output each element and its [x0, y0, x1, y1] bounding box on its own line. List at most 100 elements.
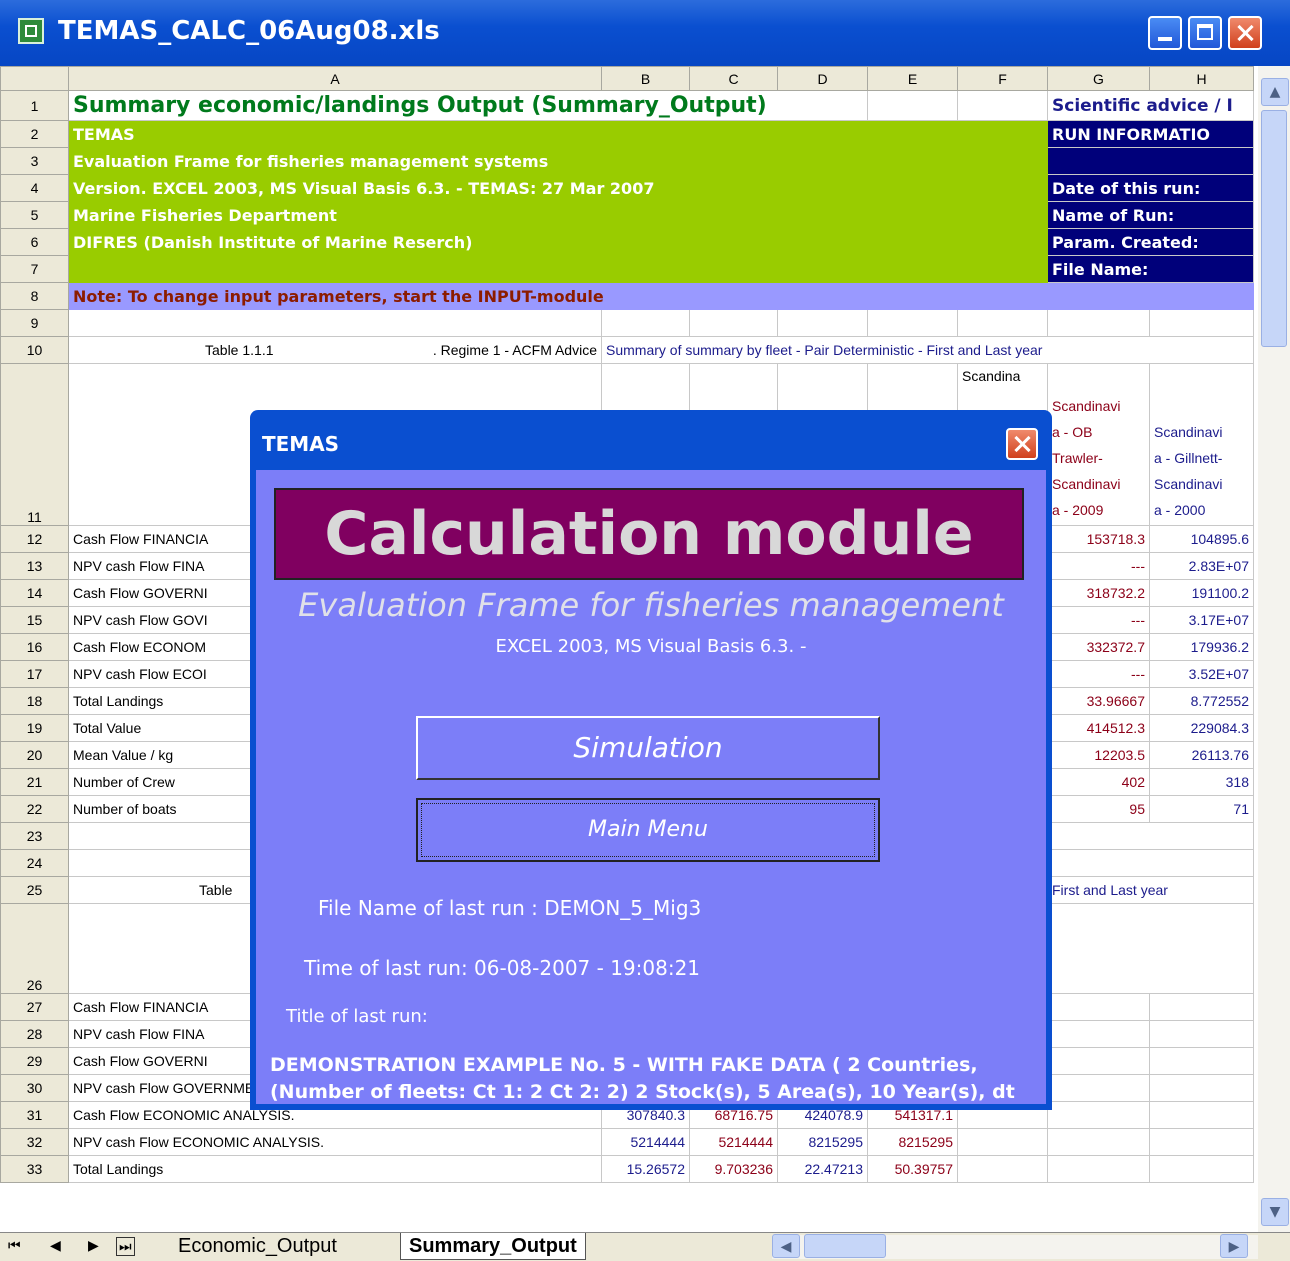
column-header-g[interactable]: G — [1047, 66, 1150, 91]
row-header[interactable]: 1 — [0, 90, 69, 121]
param-created-label[interactable]: Param. Created: — [1047, 228, 1254, 256]
main-menu-button[interactable]: Main Menu — [416, 798, 880, 862]
value-cell[interactable]: 153718.3 — [1047, 525, 1150, 553]
file-name-label[interactable]: File Name: — [1047, 255, 1254, 283]
value-cell[interactable]: 414512.3 — [1047, 714, 1150, 742]
cell[interactable] — [601, 309, 690, 337]
cell[interactable] — [1047, 1155, 1150, 1183]
cell[interactable] — [68, 309, 602, 337]
tab-summary-output[interactable]: Summary_Output — [400, 1233, 586, 1260]
row-header[interactable]: 4 — [0, 174, 69, 202]
date-of-run-label[interactable]: Date of this run: — [1047, 174, 1254, 202]
maximize-button[interactable] — [1188, 16, 1222, 50]
value-cell[interactable]: 12203.5 — [1047, 741, 1150, 769]
scroll-up-button[interactable]: ▲ — [1261, 78, 1289, 106]
value-cell[interactable]: 2.83E+07 — [1149, 552, 1254, 580]
value-cell[interactable]: 318732.2 — [1047, 579, 1150, 607]
row-header[interactable]: 12 — [0, 525, 69, 553]
simulation-button[interactable]: Simulation — [416, 716, 880, 780]
column-header-d[interactable]: D — [777, 66, 868, 91]
row-header[interactable]: 29 — [0, 1047, 69, 1075]
cell[interactable] — [867, 309, 958, 337]
horizontal-scrollbar[interactable]: ◀ ▶ — [772, 1234, 1258, 1259]
value-cell[interactable]: 22.47213 — [777, 1155, 868, 1183]
row-header[interactable]: 14 — [0, 579, 69, 607]
column-header-h[interactable]: H — [1149, 66, 1254, 91]
column-header-e[interactable]: E — [867, 66, 958, 91]
value-cell[interactable]: --- — [1047, 660, 1150, 688]
cell[interactable] — [1047, 309, 1150, 337]
dialog-close-button[interactable] — [1006, 428, 1038, 460]
row-header[interactable]: 13 — [0, 552, 69, 580]
row-label[interactable]: Total Landings — [68, 1155, 602, 1183]
cell[interactable] — [1149, 1020, 1254, 1048]
institute-label[interactable]: DIFRES (Danish Institute of Marine Reser… — [68, 228, 1048, 256]
value-cell[interactable]: 5214444 — [601, 1128, 690, 1156]
row-header[interactable]: 8 — [0, 282, 69, 310]
run-information-label[interactable]: RUN INFORMATIO — [1047, 120, 1254, 148]
value-cell[interactable]: 33.96667 — [1047, 687, 1150, 715]
row-header[interactable]: 5 — [0, 201, 69, 229]
scroll-thumb[interactable] — [1261, 110, 1287, 347]
hscroll-thumb[interactable] — [804, 1234, 886, 1258]
value-cell[interactable]: 95 — [1047, 795, 1150, 823]
cell[interactable] — [1047, 1128, 1150, 1156]
cell[interactable] — [68, 255, 1048, 283]
column-header-a[interactable]: A — [68, 66, 602, 91]
value-cell[interactable]: 8215295 — [777, 1128, 868, 1156]
cell[interactable] — [867, 90, 958, 121]
cell[interactable] — [1149, 1155, 1254, 1183]
cell[interactable] — [957, 1128, 1048, 1156]
row-header[interactable]: 33 — [0, 1155, 69, 1183]
summary-caption[interactable]: Summary of summary by fleet - Pair Deter… — [601, 336, 1254, 364]
value-cell[interactable]: 332372.7 — [1047, 633, 1150, 661]
table-caption-cell[interactable]: Table 1.1.1 . Regime 1 - ACFM Advice — [68, 336, 602, 364]
row-header[interactable]: 16 — [0, 633, 69, 661]
value-cell[interactable]: 318 — [1149, 768, 1254, 796]
prev-sheet-icon[interactable]: ◀ — [50, 1237, 61, 1254]
minimize-button[interactable] — [1148, 16, 1182, 50]
value-cell[interactable]: 8.772552 — [1149, 687, 1254, 715]
value-cell[interactable]: 50.39757 — [867, 1155, 958, 1183]
row-header[interactable]: 24 — [0, 849, 69, 877]
row-header[interactable]: 10 — [0, 336, 69, 364]
scroll-left-button[interactable]: ◀ — [772, 1234, 800, 1258]
sheet-title[interactable]: Summary economic/landings Output (Summar… — [68, 90, 868, 121]
row-header[interactable]: 28 — [0, 1020, 69, 1048]
vertical-scrollbar[interactable]: ▲ ▼ — [1258, 66, 1290, 1232]
first-last-year-label[interactable]: First and Last year — [1047, 876, 1254, 904]
row-header[interactable]: 7 — [0, 255, 69, 283]
row-header[interactable]: 18 — [0, 687, 69, 715]
first-sheet-icon[interactable]: ⏮ — [8, 1237, 21, 1254]
row-header[interactable]: 23 — [0, 822, 69, 850]
value-cell[interactable]: 402 — [1047, 768, 1150, 796]
row-header[interactable]: 9 — [0, 309, 69, 337]
fleet-header-g[interactable]: Scandinavi a - OB Trawler- Scandinavi a … — [1047, 363, 1150, 526]
cell[interactable] — [957, 1155, 1048, 1183]
row-label[interactable]: NPV cash Flow ECONOMIC ANALYSIS. — [68, 1128, 602, 1156]
eval-frame-label[interactable]: Evaluation Frame for fisheries managemen… — [68, 147, 1048, 175]
row-header[interactable]: 2 — [0, 120, 69, 148]
value-cell[interactable]: 26113.76 — [1149, 741, 1254, 769]
row-header[interactable]: 19 — [0, 714, 69, 742]
value-cell[interactable]: 8215295 — [867, 1128, 958, 1156]
row-header[interactable]: 22 — [0, 795, 69, 823]
next-sheet-icon[interactable]: ▶ — [88, 1237, 99, 1254]
cell[interactable] — [1047, 1047, 1150, 1075]
cell[interactable] — [1047, 993, 1150, 1021]
value-cell[interactable]: 191100.2 — [1149, 579, 1254, 607]
cell[interactable] — [1149, 993, 1254, 1021]
value-cell[interactable]: --- — [1047, 552, 1150, 580]
value-cell[interactable]: 9.703236 — [689, 1155, 778, 1183]
value-cell[interactable]: 3.52E+07 — [1149, 660, 1254, 688]
cell[interactable] — [777, 309, 868, 337]
department-label[interactable]: Marine Fisheries Department — [68, 201, 1048, 229]
row-header[interactable]: 11 — [0, 363, 69, 526]
cell[interactable] — [1149, 1047, 1254, 1075]
cell[interactable] — [957, 90, 1048, 121]
last-sheet-icon[interactable]: ⏭ — [116, 1237, 135, 1256]
scroll-down-button[interactable]: ▼ — [1261, 1198, 1289, 1226]
temas-label[interactable]: TEMAS — [68, 120, 1048, 148]
cell[interactable] — [1149, 1074, 1254, 1102]
value-cell[interactable]: 15.26572 — [601, 1155, 690, 1183]
